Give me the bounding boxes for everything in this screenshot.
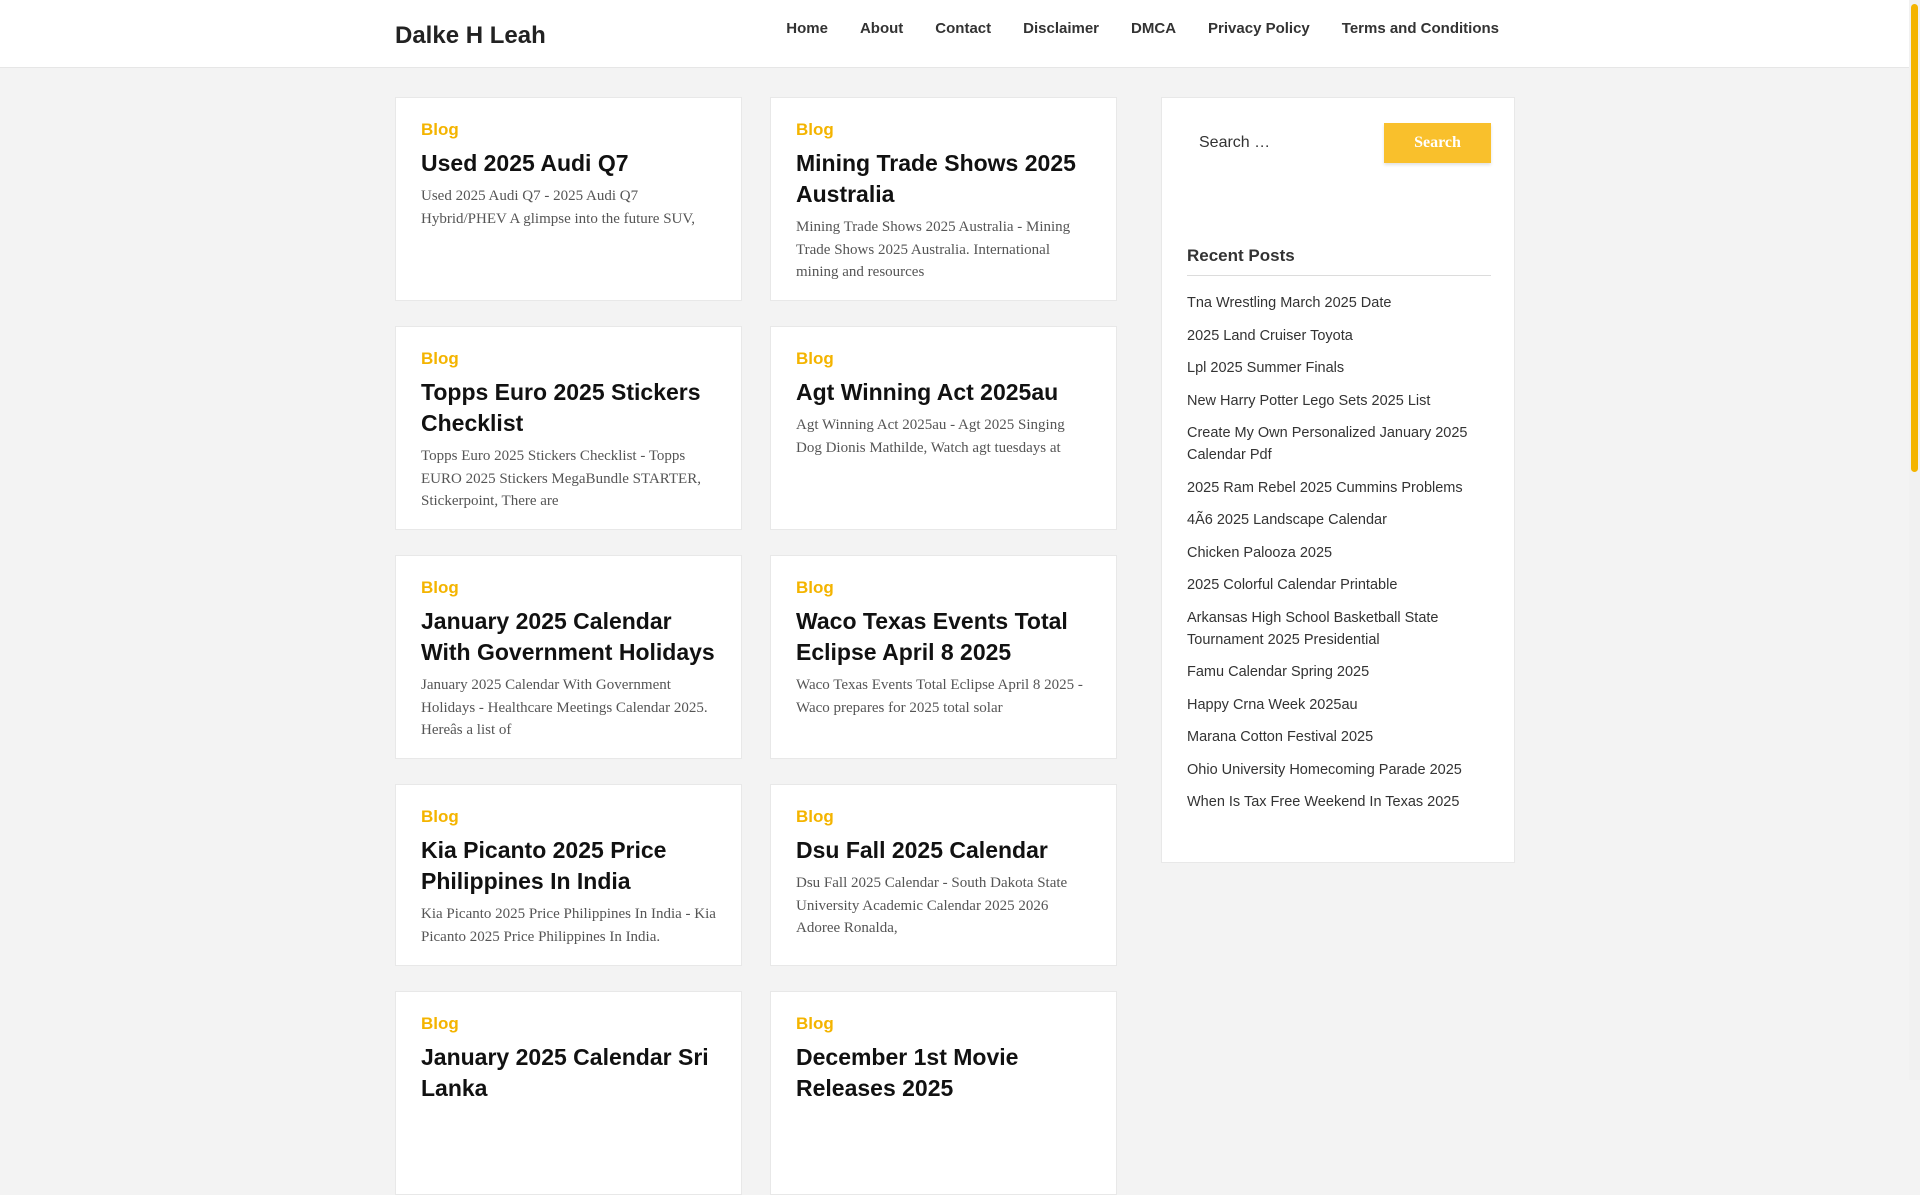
nav-home[interactable]: Home [786, 20, 828, 37]
post-title-link[interactable]: January 2025 Calendar With Government Ho… [421, 606, 716, 668]
post-category-link[interactable]: Blog [796, 120, 1091, 140]
recent-post-link[interactable]: Create My Own Personalized January 2025 … [1187, 422, 1491, 466]
post-title-link[interactable]: December 1st Movie Releases 2025 [796, 1042, 1091, 1104]
recent-post-link[interactable]: Lpl 2025 Summer Finals [1187, 357, 1491, 379]
post-card: Blog January 2025 Calendar Sri Lanka [395, 991, 742, 1195]
post-grid: Blog Used 2025 Audi Q7 Used 2025 Audi Q7… [395, 97, 1117, 1195]
recent-posts-heading: Recent Posts [1187, 246, 1491, 276]
post-card: Blog Topps Euro 2025 Stickers Checklist … [395, 326, 742, 530]
post-category-link[interactable]: Blog [796, 349, 1091, 369]
post-category-link[interactable]: Blog [796, 578, 1091, 598]
recent-post-link[interactable]: 2025 Land Cruiser Toyota [1187, 325, 1491, 347]
post-title-link[interactable]: Dsu Fall 2025 Calendar [796, 835, 1091, 866]
post-category-link[interactable]: Blog [796, 807, 1091, 827]
recent-post-link[interactable]: Tna Wrestling March 2025 Date [1187, 292, 1491, 314]
recent-post-link[interactable]: 4Ã6 2025 Landscape Calendar [1187, 509, 1491, 531]
recent-post-link[interactable]: New Harry Potter Lego Sets 2025 List [1187, 390, 1491, 412]
post-category-link[interactable]: Blog [421, 349, 716, 369]
post-category-link[interactable]: Blog [421, 120, 716, 140]
post-card: Blog Kia Picanto 2025 Price Philippines … [395, 784, 742, 966]
post-card: Blog Agt Winning Act 2025au Agt Winning … [770, 326, 1117, 530]
recent-post-link[interactable]: 2025 Ram Rebel 2025 Cummins Problems [1187, 477, 1491, 499]
main-nav: Home About Contact Disclaimer DMCA Priva… [786, 20, 1499, 37]
post-category-link[interactable]: Blog [421, 807, 716, 827]
recent-post-link[interactable]: Ohio University Homecoming Parade 2025 [1187, 759, 1491, 781]
post-excerpt: Dsu Fall 2025 Calendar - South Dakota St… [796, 875, 1068, 936]
post-title-link[interactable]: January 2025 Calendar Sri Lanka [421, 1042, 716, 1104]
post-excerpt: January 2025 Calendar With Government Ho… [421, 677, 708, 738]
nav-terms[interactable]: Terms and Conditions [1342, 20, 1499, 37]
post-title-link[interactable]: Mining Trade Shows 2025 Australia [796, 148, 1091, 210]
post-title-link[interactable]: Agt Winning Act 2025au [796, 377, 1091, 408]
sidebar: Search Recent Posts Tna Wrestling March … [1161, 97, 1515, 863]
recent-post-link[interactable]: Famu Calendar Spring 2025 [1187, 661, 1491, 683]
post-category-link[interactable]: Blog [421, 578, 716, 598]
search-button[interactable]: Search [1384, 123, 1491, 163]
nav-about[interactable]: About [860, 20, 903, 37]
site-title[interactable]: Dalke H Leah [395, 22, 546, 50]
post-excerpt: Mining Trade Shows 2025 Australia - Mini… [796, 219, 1071, 280]
post-title-link[interactable]: Topps Euro 2025 Stickers Checklist [421, 377, 716, 439]
scrollbar[interactable] [1909, 0, 1920, 1080]
nav-contact[interactable]: Contact [935, 20, 991, 37]
post-excerpt: Used 2025 Audi Q7 - 2025 Audi Q7 Hybrid/… [421, 188, 696, 227]
nav-disclaimer[interactable]: Disclaimer [1023, 20, 1099, 37]
post-title-link[interactable]: Kia Picanto 2025 Price Philippines In In… [421, 835, 716, 897]
nav-privacy-policy[interactable]: Privacy Policy [1208, 20, 1310, 37]
nav-dmca[interactable]: DMCA [1131, 20, 1176, 37]
post-card: Blog Dsu Fall 2025 Calendar Dsu Fall 202… [770, 784, 1117, 966]
scrollbar-thumb[interactable] [1911, 4, 1918, 472]
post-category-link[interactable]: Blog [421, 1014, 716, 1034]
recent-posts-list: Tna Wrestling March 2025 Date 2025 Land … [1187, 292, 1491, 824]
post-excerpt: Agt Winning Act 2025au - Agt 2025 Singin… [796, 417, 1065, 456]
post-card: Blog Waco Texas Events Total Eclipse Apr… [770, 555, 1117, 759]
search-input[interactable] [1187, 123, 1377, 163]
recent-post-link[interactable]: Chicken Palooza 2025 [1187, 542, 1491, 564]
post-excerpt: Waco Texas Events Total Eclipse April 8 … [796, 677, 1083, 716]
post-category-link[interactable]: Blog [796, 1014, 1091, 1034]
post-excerpt: Kia Picanto 2025 Price Philippines In In… [421, 906, 716, 945]
post-card: Blog December 1st Movie Releases 2025 [770, 991, 1117, 1195]
post-card: Blog January 2025 Calendar With Governme… [395, 555, 742, 759]
recent-post-link[interactable]: Happy Crna Week 2025au [1187, 694, 1491, 716]
recent-post-link[interactable]: 2025 Colorful Calendar Printable [1187, 574, 1491, 596]
post-title-link[interactable]: Used 2025 Audi Q7 [421, 148, 716, 179]
post-card: Blog Mining Trade Shows 2025 Australia M… [770, 97, 1117, 301]
post-title-link[interactable]: Waco Texas Events Total Eclipse April 8 … [796, 606, 1091, 668]
post-card: Blog Used 2025 Audi Q7 Used 2025 Audi Q7… [395, 97, 742, 301]
post-excerpt: Topps Euro 2025 Stickers Checklist - Top… [421, 448, 701, 509]
recent-post-link[interactable]: Marana Cotton Festival 2025 [1187, 726, 1491, 748]
site-header: Dalke H Leah Home About Contact Disclaim… [0, 0, 1909, 68]
recent-post-link[interactable]: When Is Tax Free Weekend In Texas 2025 [1187, 791, 1491, 813]
recent-post-link[interactable]: Arkansas High School Basketball State To… [1187, 607, 1491, 651]
